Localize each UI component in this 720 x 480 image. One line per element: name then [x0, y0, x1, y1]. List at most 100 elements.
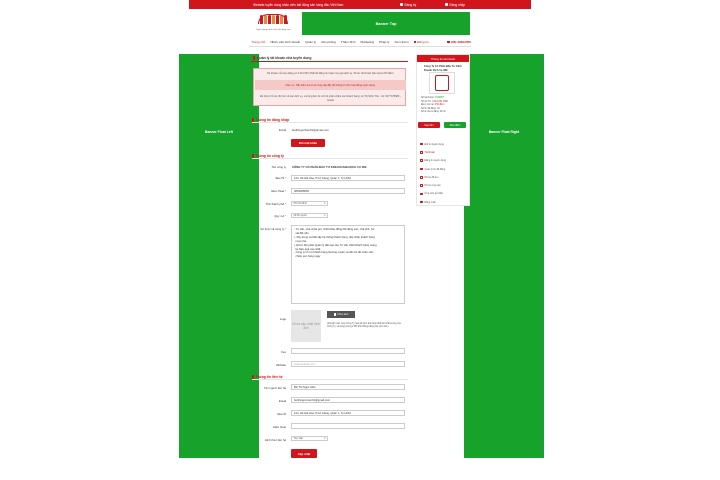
section-bar: [252, 374, 254, 379]
edit-icon: [420, 159, 423, 162]
info-value: 150 điểm: [434, 104, 445, 107]
page-title-text: Quản lý tài khoản nhà tuyển dụng: [257, 56, 312, 60]
sidebar-company-name: Công Ty Cổ Phần Đầu Tư Kinh Doanh Dịch V…: [424, 65, 462, 72]
city-label-text: Tỉnh thành phố: [265, 202, 285, 206]
fax-input[interactable]: [291, 348, 405, 354]
sidebar-item-label: Hồ sơ đã lưu: [424, 175, 439, 179]
logo-arch: [258, 14, 288, 24]
edit-icon: [413, 40, 417, 44]
contact-method-label: Hình thức liên hệ: [264, 438, 286, 442]
contact-method-value: Trực tiếp: [293, 437, 303, 440]
fax-label: Fax: [281, 350, 286, 354]
nav-item-more[interactable]: Xem thêm: [392, 40, 411, 44]
contact-name-input[interactable]: Bùi Thị Ngọc Hiền: [291, 384, 405, 390]
contact-section-title: Thông tin liên hệ: [252, 374, 408, 380]
top-bar: Website tuyển dụng nhân viên bất động sả…: [189, 0, 531, 9]
sidebar-item-label: Hồ sơ ứng viên: [424, 184, 441, 188]
choose-file-button[interactable]: Chọn ảnh: [327, 311, 355, 318]
required-mark: *: [284, 227, 286, 231]
address-input[interactable]: 124, Hồ Hải Hòa, P.Cô Giang, Quận 1, Tp.…: [291, 175, 405, 181]
hotline[interactable]: (08) 39302056: [447, 40, 471, 44]
contact-phone-input[interactable]: [291, 423, 405, 429]
sidebar-item-label: Tài khoản: [424, 150, 436, 154]
address-label: Địa chỉ *: [252, 176, 286, 180]
nav-item-legal[interactable]: Pháp lý: [377, 40, 392, 44]
city-select[interactable]: Hồ Chí Minh ▾: [291, 201, 328, 206]
file-icon: [420, 184, 423, 187]
banner-float-right[interactable]: Banner Float Right: [464, 54, 544, 458]
about-label-text: Sơ lược về công ty: [260, 227, 285, 231]
banner-top[interactable]: Banner Top: [302, 12, 470, 35]
change-password-button[interactable]: Đổi mật khẩu: [291, 139, 325, 147]
sidebar-item-account[interactable]: Tài khoản: [420, 148, 470, 156]
sidebar-item-saved-cvs[interactable]: Hồ sơ đã lưu: [420, 173, 470, 181]
city-label: Tỉnh thành phố *: [252, 202, 286, 206]
info-label: Số dư TK:: [421, 100, 433, 103]
nav-post-job-label: Đăng tin: [417, 40, 429, 44]
banner-float-left-label: Banner Float Left: [205, 130, 233, 134]
info-value: 3.312.561 VNĐ: [432, 100, 448, 103]
register-link[interactable]: Đăng ký: [400, 3, 416, 7]
update-button[interactable]: Cập nhật: [291, 449, 317, 458]
logo-icon: [435, 75, 449, 91]
company-section-title: Thông tin công ty: [252, 153, 408, 159]
banner-float-left[interactable]: Banner Float Left: [179, 54, 259, 458]
phone-input[interactable]: 0803308650: [291, 188, 405, 194]
notice-support: Để được hỗ trợ tốt hơn về các dịch vụ, v…: [260, 95, 401, 102]
deposit-button[interactable]: Nạp tiền: [418, 122, 440, 128]
lock-icon: [445, 3, 448, 6]
required-mark: *: [284, 176, 286, 180]
logo-label: Logo: [279, 317, 286, 321]
info-label: Số tin được đăng:: [421, 111, 441, 114]
camera-icon: [333, 313, 337, 316]
nav-post-job[interactable]: Đăng tin: [411, 40, 431, 44]
nav-item-home[interactable]: Trang chủ: [249, 40, 268, 44]
user-icon: [400, 3, 403, 6]
choose-file-label: Chọn ảnh: [337, 313, 349, 316]
contact-address-input[interactable]: 124, Hồ Hải Hòa, P.Cô Giang, Quận 1, Tp.…: [291, 410, 405, 416]
page-title: Quản lý tài khoản nhà tuyển dụng: [251, 55, 408, 62]
contact-phone-label: Điện thoại: [273, 425, 286, 429]
sidebar-item-logout[interactable]: Đăng xuất: [420, 198, 470, 206]
logout-icon: [420, 200, 423, 204]
contact-section-title-text: Thông tin liên hệ: [255, 374, 283, 379]
company-section-title-text: Thông tin công ty: [255, 153, 284, 158]
site-tagline: Website tuyển dụng nhân viên bất động sả…: [253, 2, 344, 7]
banner-float-right-label: Banner Float Right: [488, 130, 520, 134]
nav-item-office[interactable]: Văn phòng: [318, 40, 338, 44]
nav-item-manager[interactable]: Quản lý: [303, 40, 319, 44]
sidebar-item-change-job[interactable]: Đổi tin tuyển dụng: [420, 140, 470, 148]
info-label: Điểm còn lại:: [421, 104, 435, 107]
section-bar: [252, 153, 254, 158]
contact-email-input[interactable]: buithingocmien91@gmail.com: [291, 397, 405, 403]
sidebar-item-manage-posts[interactable]: Quản lý tin đã đăng: [420, 165, 470, 173]
login-email-label: Email: [279, 128, 286, 132]
contact-method-select[interactable]: Trực tiếp ▾: [291, 436, 328, 441]
info-quota: Số tin được đăng: 96 tin: [421, 111, 469, 115]
nav-item-appraisal[interactable]: Thẩm định: [338, 40, 358, 44]
sidebar-item-candidate-cvs[interactable]: Hồ sơ ứng viên: [420, 181, 470, 189]
sidebar-account-info: Số tài khoản: 1534897 Số dư TK: 3.312.56…: [421, 97, 469, 115]
notice-reminder: Cảm ơn. Hãy kiểm tra kĩ và cung cấp đầy …: [255, 80, 406, 90]
main-nav: Trang chủ Nhân viên kinh doanh Quản lý V…: [249, 38, 471, 47]
city-select-value: Hồ Chí Minh: [293, 202, 307, 205]
sidebar-item-post-job[interactable]: Đăng tin tuyển dụng: [420, 157, 470, 165]
login-link[interactable]: Đăng nhập: [445, 3, 465, 7]
phone-label-text: Điện thoại: [271, 189, 285, 193]
register-link-label: Đăng ký: [404, 2, 417, 7]
site-logo[interactable]: Tuyển dụng nhân viên bất động sản: [255, 13, 291, 35]
nav-item-marketing[interactable]: Marketing: [358, 40, 377, 44]
sidebar-item-label: Ứng viên gửi đến: [424, 192, 444, 196]
about-textarea[interactable]: - Tư vấn, sửa chữa gói, chiết khấu đồng …: [291, 225, 405, 304]
buy-points-button[interactable]: Mua điểm: [444, 122, 466, 128]
chevron-down-icon: ▾: [324, 437, 326, 440]
size-select[interactable]: 20-50 người ▾: [291, 213, 328, 218]
website-label: Website: [275, 363, 286, 367]
sidebar-item-label: Đăng tin tuyển dụng: [424, 159, 446, 163]
website-input[interactable]: www.website.com: [291, 361, 405, 367]
contact-email-label: Email: [279, 399, 286, 403]
sidebar-item-applicants[interactable]: Ứng viên gửi đến: [420, 190, 470, 198]
sidebar-header: Thông tin tài khoản: [417, 55, 469, 62]
size-label: Quy mô *: [252, 214, 286, 218]
nav-item-sales[interactable]: Nhân viên kinh doanh: [268, 40, 303, 44]
